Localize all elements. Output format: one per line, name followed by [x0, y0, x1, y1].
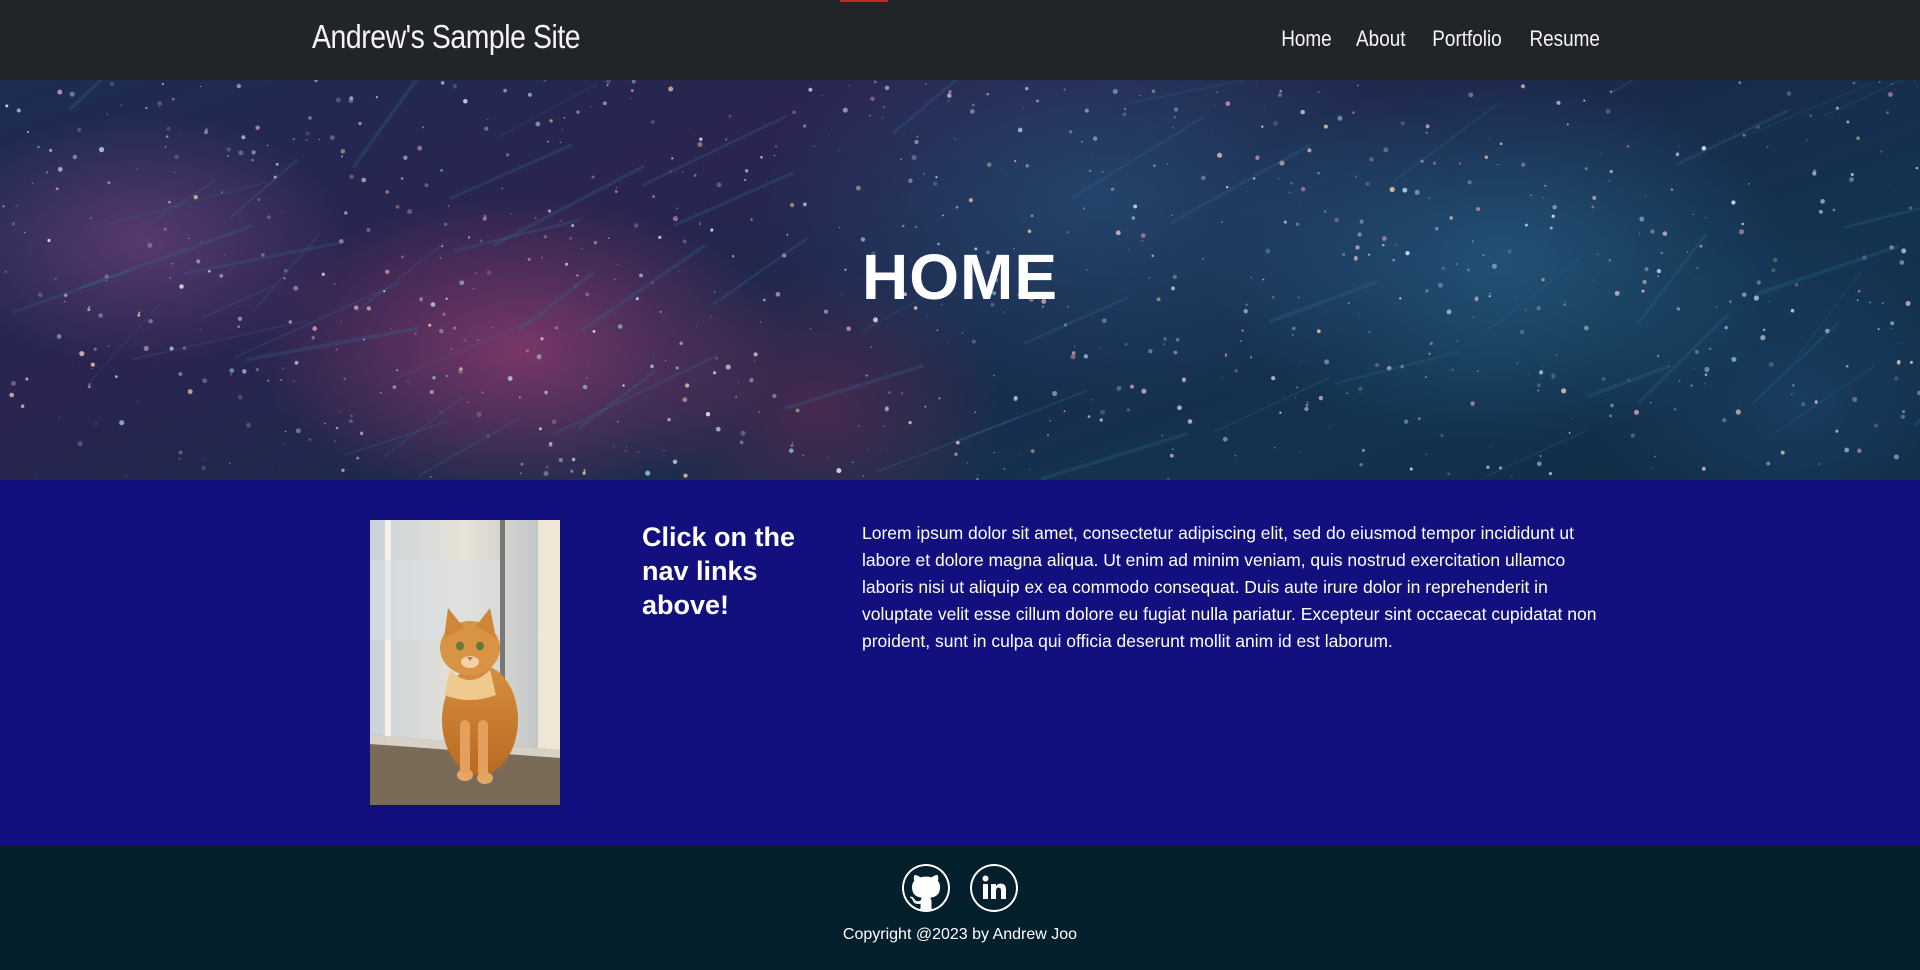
top-accent-bar: [840, 0, 888, 2]
navbar: Andrew's Sample Site Home About Portfoli…: [0, 0, 1920, 80]
nav-link-about[interactable]: About: [1356, 26, 1405, 52]
site-brand-link[interactable]: Andrew's Sample Site: [312, 18, 581, 56]
github-icon[interactable]: [902, 864, 950, 912]
nav-link-home[interactable]: Home: [1281, 26, 1331, 52]
nav-link-resume[interactable]: Resume: [1530, 26, 1600, 52]
hero-title: HOME: [862, 241, 1058, 313]
nav-links: Home About Portfolio Resume: [1257, 26, 1600, 52]
copyright-text: Copyright @2023 by Andrew Joo: [842, 926, 1078, 943]
main-content: Click on the nav links above! Lorem ipsu…: [0, 480, 1920, 846]
footer: Copyright @2023 by Andrew Joo: [0, 846, 1920, 970]
hero-banner: HOME: [0, 80, 1920, 480]
side-heading: Click on the nav links above!: [642, 522, 796, 620]
nav-link-portfolio[interactable]: Portfolio: [1433, 26, 1502, 52]
linkedin-icon[interactable]: [970, 864, 1018, 912]
cat-photo: [370, 520, 560, 805]
body-text: Lorem ipsum dolor sit amet, consectetur …: [862, 523, 1597, 651]
social-links: [0, 864, 1920, 912]
